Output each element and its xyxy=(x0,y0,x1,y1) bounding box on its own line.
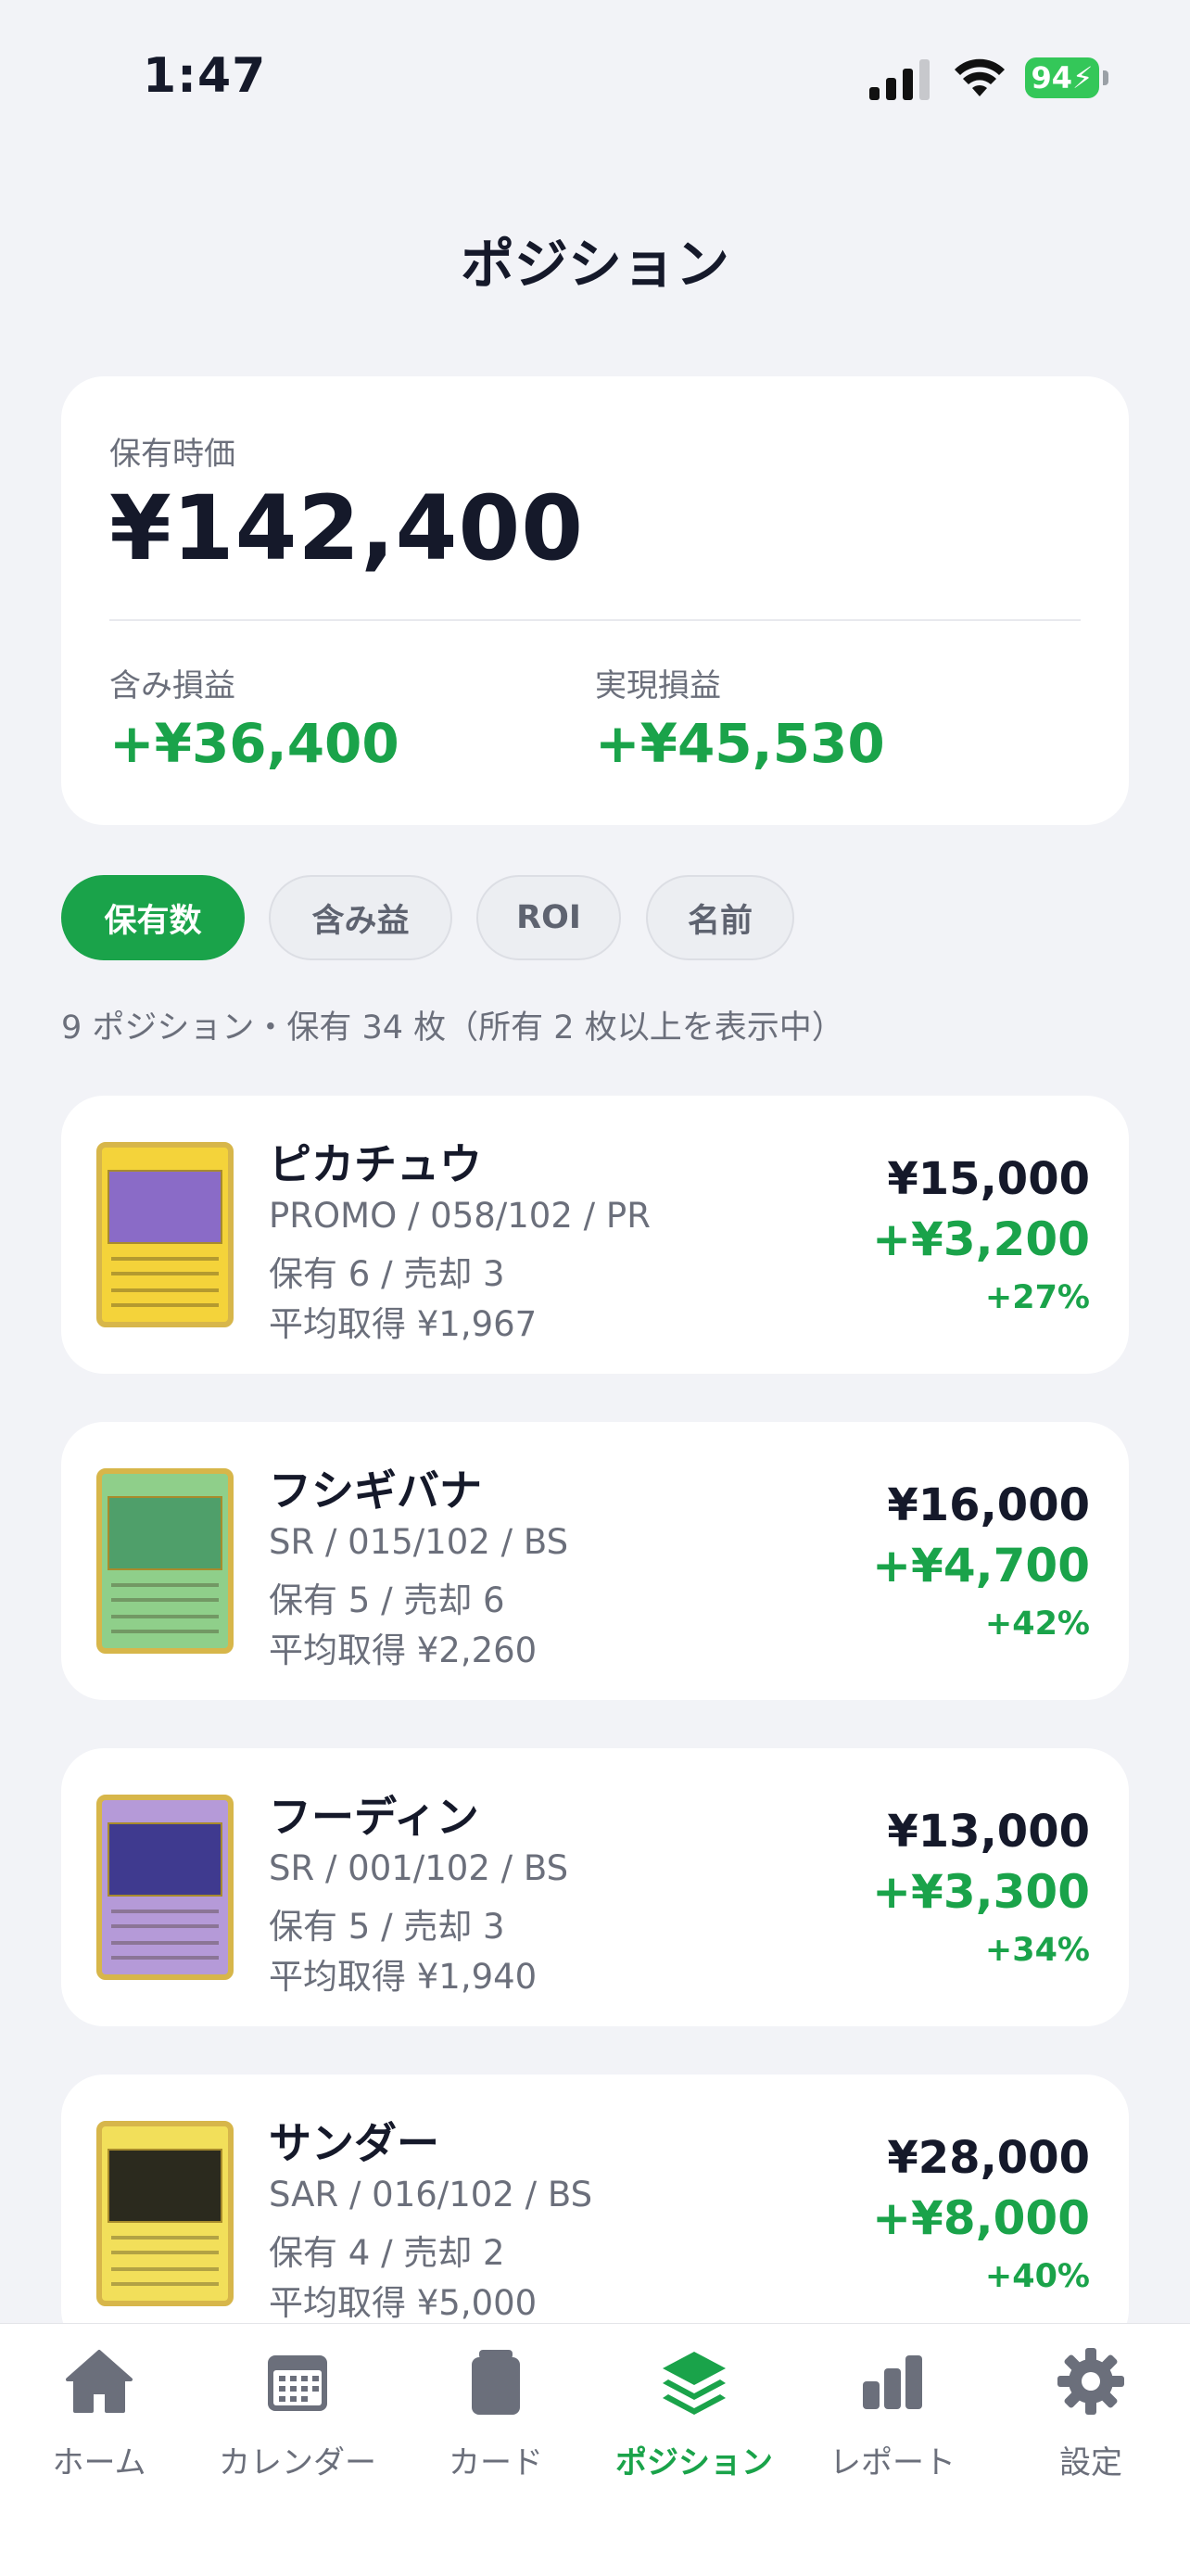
tab-cards[interactable]: カード xyxy=(397,2324,595,2509)
tab-calendar[interactable]: カレンダー xyxy=(198,2324,397,2509)
holding-value: ¥142,400 xyxy=(109,476,585,580)
sort-chip-holdings[interactable]: 保有数 xyxy=(61,875,245,960)
tab-label: ホーム xyxy=(52,2444,146,2481)
position-name: フーディン xyxy=(269,1792,479,1842)
position-price: ¥16,000 xyxy=(887,1479,1090,1531)
status-bar: 1:47 94 ⚡ xyxy=(0,0,1190,148)
position-profit: +¥4,700 xyxy=(872,1539,1090,1593)
positions-caption: 9 ポジション・保有 34 枚（所有 2 枚以上を表示中） xyxy=(61,1009,844,1047)
position-average-cost: 平均取得 ¥1,940 xyxy=(269,1957,538,1997)
sort-chip-unrealized[interactable]: 含み益 xyxy=(269,875,452,960)
position-card[interactable]: フシギバナ SR / 015/102 / BS 保有 5 / 売却 6 平均取得 ¥2… xyxy=(61,1422,1129,1700)
position-holding: 保有 5 / 売却 6 xyxy=(269,1580,505,1620)
summary-card: 保有時価 ¥142,400 含み損益 +¥36,400 実現損益 +¥45,53… xyxy=(61,376,1129,825)
holding-value-label: 保有時価 xyxy=(109,436,235,473)
cards-icon xyxy=(472,2350,520,2415)
position-roi: +40% xyxy=(984,2258,1090,2295)
card-thumbnail xyxy=(96,1468,234,1654)
card-art xyxy=(108,2149,222,2223)
status-time: 1:47 xyxy=(143,48,267,104)
position-card[interactable]: ピカチュウ PROMO / 058/102 / PR 保有 6 / 売却 3 平均取得… xyxy=(61,1096,1129,1374)
position-roi: +27% xyxy=(984,1279,1090,1316)
position-set: SR / 015/102 / BS xyxy=(269,1522,569,1562)
position-name: サンダー xyxy=(269,2118,439,2168)
layers-icon xyxy=(663,2352,726,2415)
sort-chip-name[interactable]: 名前 xyxy=(646,875,794,960)
unrealized-value: +¥36,400 xyxy=(109,712,399,775)
position-profit: +¥3,200 xyxy=(872,1212,1090,1266)
position-average-cost: 平均取得 ¥2,260 xyxy=(269,1631,538,1670)
position-average-cost: 平均取得 ¥5,000 xyxy=(269,2283,538,2323)
position-card[interactable]: サンダー SAR / 016/102 / BS 保有 4 / 売却 2 平均取得 ¥5… xyxy=(61,2075,1129,2353)
position-holding: 保有 5 / 売却 3 xyxy=(269,1907,505,1947)
position-profit: +¥3,300 xyxy=(872,1865,1090,1919)
card-art xyxy=(108,1496,222,1570)
battery-cap xyxy=(1103,70,1108,85)
tab-label: 設定 xyxy=(1059,2444,1122,2481)
unrealized-label: 含み損益 xyxy=(109,667,235,704)
tab-positions[interactable]: ポジション xyxy=(595,2324,793,2509)
bar-chart-icon xyxy=(863,2355,922,2409)
position-roi: +42% xyxy=(984,1605,1090,1643)
tab-settings[interactable]: 設定 xyxy=(992,2324,1190,2509)
position-price: ¥13,000 xyxy=(887,1806,1090,1858)
tab-report[interactable]: レポート xyxy=(793,2324,992,2509)
position-set: SR / 001/102 / BS xyxy=(269,1848,569,1888)
home-icon xyxy=(66,2350,133,2413)
position-holding: 保有 6 / 売却 3 xyxy=(269,1254,505,1294)
realized-label: 実現損益 xyxy=(595,667,721,704)
tab-label: カレンダー xyxy=(219,2444,376,2481)
position-set: SAR / 016/102 / BS xyxy=(269,2175,593,2214)
position-name: フシギバナ xyxy=(269,1466,482,1516)
position-card[interactable]: フーディン SR / 001/102 / BS 保有 5 / 売却 3 平均取得 ¥1… xyxy=(61,1748,1129,2026)
signal-icon xyxy=(869,59,930,100)
page-title: ポジション xyxy=(460,233,729,296)
realized-value: +¥45,530 xyxy=(595,712,885,775)
summary-divider xyxy=(109,619,1081,621)
tab-home[interactable]: ホーム xyxy=(0,2324,198,2509)
position-name: ピカチュウ xyxy=(269,1139,482,1189)
position-roi: +34% xyxy=(984,1932,1090,1969)
tab-label: ポジション xyxy=(615,2444,773,2481)
tab-bar: ホーム カレンダー カード ポジション レポート 設定 xyxy=(0,2323,1190,2576)
sort-chip-roi[interactable]: ROI xyxy=(476,875,621,960)
card-thumbnail xyxy=(96,1142,234,1327)
tab-label: レポート xyxy=(829,2444,956,2481)
card-thumbnail xyxy=(96,1795,234,1980)
gear-icon xyxy=(1057,2348,1124,2415)
card-thumbnail xyxy=(96,2121,234,2306)
position-average-cost: 平均取得 ¥1,967 xyxy=(269,1304,538,1344)
battery-indicator: 94 ⚡ xyxy=(1025,57,1099,98)
position-holding: 保有 4 / 売却 2 xyxy=(269,2233,505,2273)
position-set: PROMO / 058/102 / PR xyxy=(269,1196,651,1236)
tab-label: カード xyxy=(449,2444,543,2481)
position-price: ¥15,000 xyxy=(887,1153,1090,1205)
card-art xyxy=(108,1822,222,1897)
position-profit: +¥8,000 xyxy=(872,2191,1090,2245)
wifi-icon xyxy=(955,58,1005,96)
card-art xyxy=(108,1170,222,1244)
calendar-icon xyxy=(268,2355,327,2411)
position-price: ¥28,000 xyxy=(887,2132,1090,2184)
